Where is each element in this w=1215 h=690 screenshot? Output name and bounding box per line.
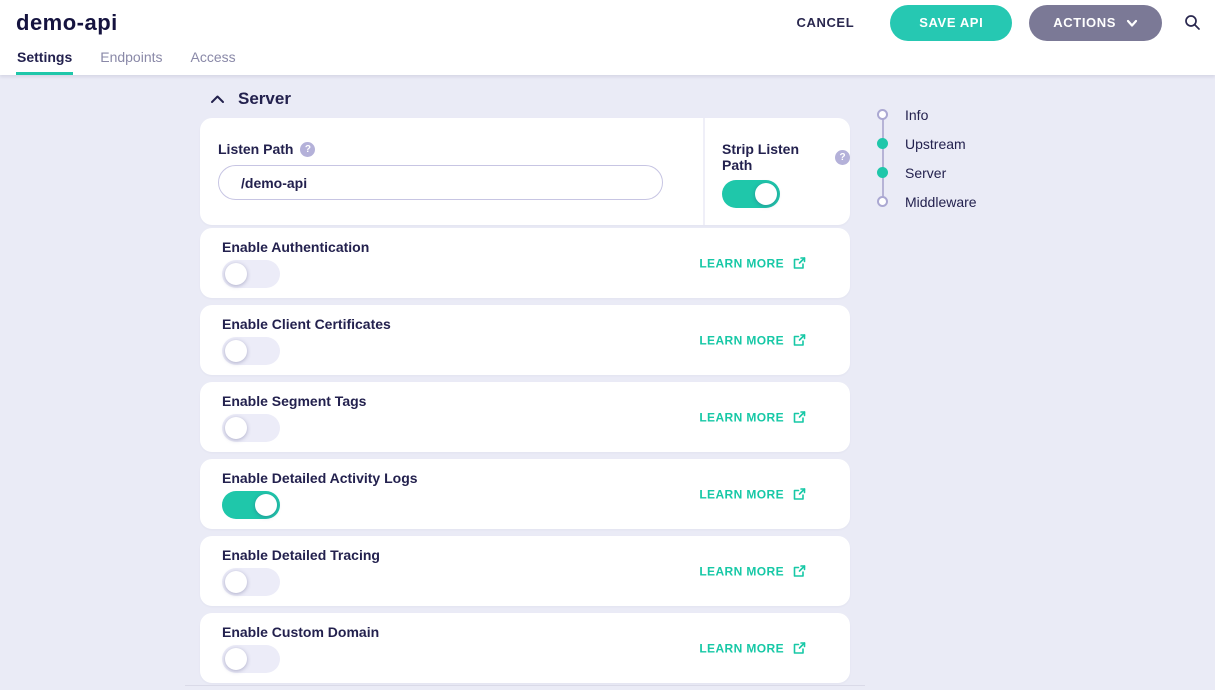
toggle-knob: [225, 571, 247, 593]
external-link-icon: [792, 410, 807, 425]
listen-path-cell: Listen Path ?: [200, 118, 703, 225]
feature-toggle[interactable]: [222, 414, 280, 442]
listen-path-card: Listen Path ? Strip Listen Path ?: [200, 118, 850, 225]
cancel-button[interactable]: CANCEL: [796, 15, 854, 30]
toggle-card-label: Enable Authentication: [222, 239, 828, 255]
tab-endpoints[interactable]: Endpoints: [99, 50, 163, 75]
save-api-button[interactable]: SAVE API: [890, 5, 1012, 41]
learn-more-label: LEARN MORE: [699, 641, 784, 655]
toggle-card: Enable Client Certificates LEARN MORE: [200, 305, 850, 375]
toggle-card: Enable Authentication LEARN MORE: [200, 228, 850, 298]
actions-button-label: ACTIONS: [1053, 15, 1116, 30]
toggle-knob: [255, 494, 277, 516]
section-nav-label: Info: [905, 107, 928, 123]
learn-more-link[interactable]: LEARN MORE: [699, 641, 807, 656]
chevron-up-icon: [210, 94, 225, 104]
toggle-knob: [225, 648, 247, 670]
actions-button[interactable]: ACTIONS: [1029, 5, 1162, 41]
section-nav-item-middleware[interactable]: Middleware: [875, 187, 977, 216]
listen-path-input[interactable]: [218, 165, 663, 200]
help-icon[interactable]: ?: [300, 142, 315, 157]
toggle-card-label: Enable Detailed Activity Logs: [222, 470, 828, 486]
section-nav-items: Info Upstream Server Middleware: [875, 100, 977, 216]
toggle-card-label: Enable Custom Domain: [222, 624, 828, 640]
external-link-icon: [792, 564, 807, 579]
feature-toggle[interactable]: [222, 337, 280, 365]
toggle-card: Enable Segment Tags LEARN MORE: [200, 382, 850, 452]
section-nav-label: Middleware: [905, 194, 977, 210]
learn-more-link[interactable]: LEARN MORE: [699, 410, 807, 425]
timeline-dot-icon: [877, 138, 888, 149]
learn-more-link[interactable]: LEARN MORE: [699, 256, 807, 271]
learn-more-label: LEARN MORE: [699, 410, 784, 424]
timeline-dot-icon: [877, 109, 888, 120]
section-divider: [185, 685, 865, 686]
listen-path-label: Listen Path: [218, 141, 293, 157]
section-title: Server: [238, 89, 291, 109]
section-nav-item-upstream[interactable]: Upstream: [875, 129, 977, 158]
learn-more-label: LEARN MORE: [699, 487, 784, 501]
header: demo-api CANCEL SAVE API ACTIONS: [0, 0, 1215, 45]
toggle-knob: [225, 263, 247, 285]
toggle-knob: [225, 417, 247, 439]
strip-listen-path-cell: Strip Listen Path ?: [705, 118, 850, 225]
timeline-dot-icon: [877, 167, 888, 178]
toggle-card: Enable Detailed Activity Logs LEARN MORE: [200, 459, 850, 529]
help-icon[interactable]: ?: [835, 150, 850, 165]
section-header-server[interactable]: Server: [210, 88, 850, 110]
timeline-dot-icon: [877, 196, 888, 207]
tab-bar: Settings Endpoints Access: [0, 45, 1215, 75]
learn-more-link[interactable]: LEARN MORE: [699, 564, 807, 579]
strip-listen-path-label-row: Strip Listen Path ?: [722, 141, 850, 173]
external-link-icon: [792, 333, 807, 348]
toggle-knob: [755, 183, 777, 205]
search-button[interactable]: [1184, 14, 1201, 31]
feature-toggle[interactable]: [222, 645, 280, 673]
learn-more-label: LEARN MORE: [699, 564, 784, 578]
tab-label: Access: [191, 49, 236, 65]
learn-more-link[interactable]: LEARN MORE: [699, 333, 807, 348]
external-link-icon: [792, 256, 807, 271]
external-link-icon: [792, 641, 807, 656]
strip-listen-path-label: Strip Listen Path: [722, 141, 828, 173]
header-actions: CANCEL SAVE API ACTIONS: [796, 5, 1201, 41]
external-link-icon: [792, 487, 807, 502]
section-nav-label: Upstream: [905, 136, 966, 152]
toggle-card-label: Enable Segment Tags: [222, 393, 828, 409]
feature-toggle[interactable]: [222, 568, 280, 596]
tab-access[interactable]: Access: [190, 50, 237, 75]
toggle-card-list: Enable Authentication LEARN MORE Enable …: [200, 228, 850, 683]
search-icon: [1184, 14, 1201, 31]
listen-path-label-row: Listen Path ?: [218, 141, 703, 157]
toggle-card: Enable Detailed Tracing LEARN MORE: [200, 536, 850, 606]
chevron-down-icon: [1126, 17, 1138, 29]
section-nav-label: Server: [905, 165, 946, 181]
strip-listen-path-toggle[interactable]: [722, 180, 780, 208]
tab-settings[interactable]: Settings: [16, 50, 73, 75]
page-title: demo-api: [16, 10, 118, 36]
toggle-card-label: Enable Detailed Tracing: [222, 547, 828, 563]
tab-label: Endpoints: [100, 49, 162, 65]
toggle-knob: [225, 340, 247, 362]
learn-more-label: LEARN MORE: [699, 256, 784, 270]
learn-more-link[interactable]: LEARN MORE: [699, 487, 807, 502]
tab-label: Settings: [17, 49, 72, 65]
learn-more-label: LEARN MORE: [699, 333, 784, 347]
main-column: Server Listen Path ? Strip Listen Path ?: [200, 75, 850, 686]
feature-toggle[interactable]: [222, 491, 280, 519]
section-nav-item-info[interactable]: Info: [875, 100, 977, 129]
section-nav: Info Upstream Server Middleware: [875, 100, 977, 216]
toggle-card: Enable Custom Domain LEARN MORE: [200, 613, 850, 683]
toggle-card-label: Enable Client Certificates: [222, 316, 828, 332]
content-area: Server Listen Path ? Strip Listen Path ?: [0, 75, 1215, 690]
section-nav-item-server[interactable]: Server: [875, 158, 977, 187]
feature-toggle[interactable]: [222, 260, 280, 288]
